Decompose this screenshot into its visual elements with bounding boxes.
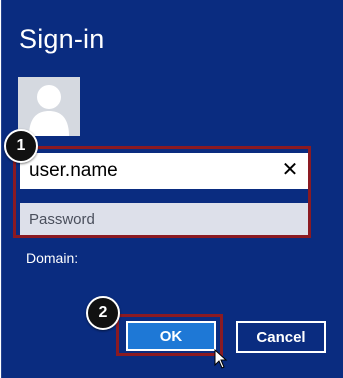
domain-label: Domain: bbox=[26, 250, 79, 266]
mouse-cursor-icon bbox=[214, 349, 228, 369]
user-avatar bbox=[18, 77, 80, 136]
credentials-highlight-box bbox=[13, 146, 311, 238]
step-badge-2: 2 bbox=[86, 296, 120, 330]
cancel-button[interactable]: Cancel bbox=[236, 321, 326, 353]
user-avatar-icon bbox=[29, 85, 69, 136]
ok-highlight-box bbox=[116, 314, 223, 356]
dialog-title: Sign-in bbox=[19, 24, 105, 54]
step-badge-1: 1 bbox=[4, 129, 38, 163]
